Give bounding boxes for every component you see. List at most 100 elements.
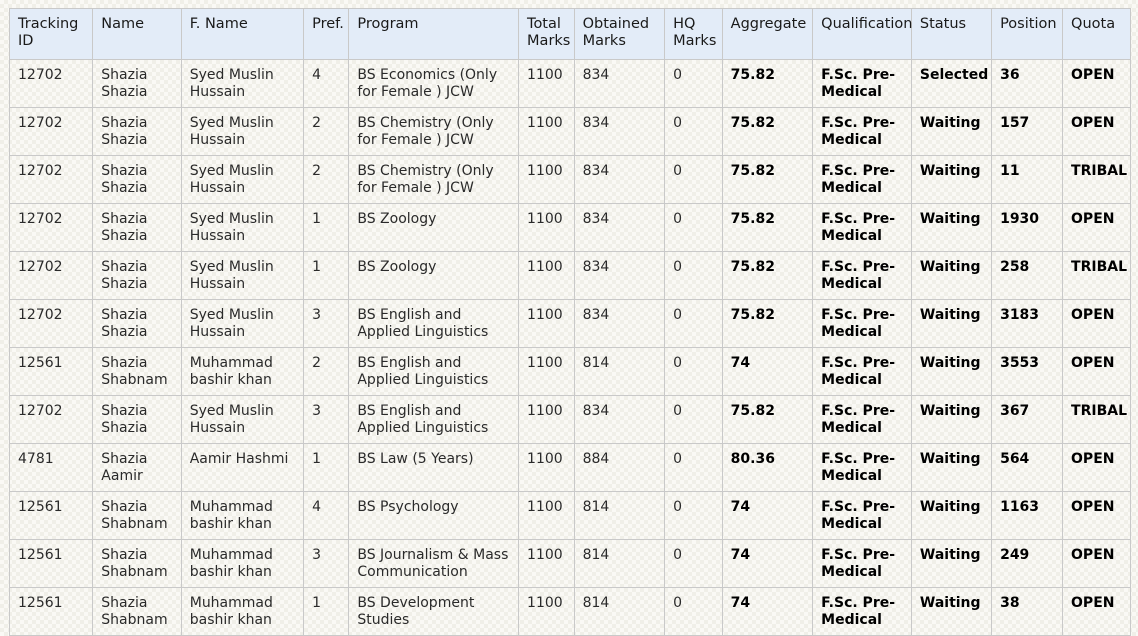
cell-quota: OPEN [1062, 539, 1131, 589]
cell-hq-marks: 0 [664, 539, 723, 589]
cell-father-name: Syed Muslin Hussain [180, 395, 305, 445]
column-header-total-marks[interactable]: Total Marks [518, 8, 575, 60]
cell-name: Shazia Shabnam [92, 347, 182, 397]
table-row: 12561 Shazia Shabnam Muhammad bashir khan 1… [8, 587, 1131, 636]
cell-status: Waiting [910, 395, 993, 445]
cell-quota: OPEN [1062, 347, 1131, 397]
cell-tracking-id: 12702 [8, 107, 94, 157]
cell-aggregate: 74 [721, 347, 814, 397]
cell-tracking-id: 12561 [8, 587, 94, 636]
column-header-pref[interactable]: Pref. [303, 8, 350, 60]
cell-hq-marks: 0 [664, 443, 723, 493]
column-header-status[interactable]: Status [910, 8, 993, 60]
cell-qualification: F.Sc. Pre-Medical [812, 347, 912, 397]
cell-quota: OPEN [1062, 443, 1131, 493]
cell-program: BS Psychology [348, 491, 520, 541]
cell-tracking-id: 12561 [8, 491, 94, 541]
table-row: 12561 Shazia Shabnam Muhammad bashir khan 3… [8, 539, 1131, 589]
cell-tracking-id: 12702 [8, 299, 94, 349]
cell-status: Waiting [910, 107, 993, 157]
cell-position: 1163 [991, 491, 1064, 541]
cell-qualification: F.Sc. Pre-Medical [812, 443, 912, 493]
cell-total-marks: 1100 [518, 347, 575, 397]
column-header-father-name[interactable]: F. Name [180, 8, 305, 60]
cell-name: Shazia Shazia [92, 203, 182, 253]
cell-program: BS English and Applied Linguistics [348, 395, 520, 445]
column-header-program[interactable]: Program [348, 8, 520, 60]
column-header-qualification[interactable]: Qualification [812, 8, 912, 60]
cell-father-name: Syed Muslin Hussain [180, 251, 305, 301]
cell-obtained-marks: 834 [573, 155, 666, 205]
cell-father-name: Syed Muslin Hussain [180, 107, 305, 157]
cell-father-name: Muhammad bashir khan [180, 539, 305, 589]
cell-pref: 4 [303, 58, 350, 109]
cell-quota: OPEN [1062, 299, 1131, 349]
cell-program: BS Journalism & Mass Communication [348, 539, 520, 589]
cell-pref: 1 [303, 587, 350, 636]
cell-status: Waiting [910, 491, 993, 541]
cell-total-marks: 1100 [518, 203, 575, 253]
table-row: 12702 Shazia Shazia Syed Muslin Hussain 2 BS… [8, 107, 1131, 157]
cell-hq-marks: 0 [664, 491, 723, 541]
cell-pref: 4 [303, 491, 350, 541]
cell-position: 157 [991, 107, 1064, 157]
column-header-position[interactable]: Position [991, 8, 1064, 60]
cell-obtained-marks: 884 [573, 443, 666, 493]
merit-list-table: Tracking ID Name F. Name Pref. Program Total … [8, 8, 1131, 636]
cell-tracking-id: 12702 [8, 58, 94, 109]
cell-total-marks: 1100 [518, 58, 575, 109]
cell-program: BS English and Applied Linguistics [348, 347, 520, 397]
table-row: 12702 Shazia Shazia Syed Muslin Hussain 1 BS… [8, 203, 1131, 253]
cell-quota: TRIBAL [1062, 395, 1131, 445]
column-header-obtained-marks[interactable]: Obtained Marks [573, 8, 666, 60]
cell-total-marks: 1100 [518, 395, 575, 445]
column-header-name[interactable]: Name [92, 8, 182, 60]
cell-qualification: F.Sc. Pre-Medical [812, 587, 912, 636]
cell-status: Waiting [910, 203, 993, 253]
cell-position: 3183 [991, 299, 1064, 349]
cell-pref: 3 [303, 299, 350, 349]
cell-program: BS Zoology [348, 203, 520, 253]
cell-name: Shazia Aamir [92, 443, 182, 493]
cell-aggregate: 75.82 [721, 203, 814, 253]
cell-name: Shazia Shazia [92, 155, 182, 205]
cell-father-name: Syed Muslin Hussain [180, 155, 305, 205]
cell-aggregate: 80.36 [721, 443, 814, 493]
cell-position: 36 [991, 58, 1064, 109]
cell-status: Waiting [910, 443, 993, 493]
cell-aggregate: 75.82 [721, 155, 814, 205]
cell-father-name: Aamir Hashmi [180, 443, 305, 493]
cell-quota: OPEN [1062, 587, 1131, 636]
cell-obtained-marks: 814 [573, 539, 666, 589]
cell-aggregate: 74 [721, 539, 814, 589]
cell-tracking-id: 12702 [8, 251, 94, 301]
cell-name: Shazia Shazia [92, 107, 182, 157]
cell-total-marks: 1100 [518, 251, 575, 301]
cell-hq-marks: 0 [664, 203, 723, 253]
cell-total-marks: 1100 [518, 299, 575, 349]
cell-hq-marks: 0 [664, 395, 723, 445]
cell-position: 1930 [991, 203, 1064, 253]
cell-program: BS English and Applied Linguistics [348, 299, 520, 349]
cell-pref: 1 [303, 443, 350, 493]
cell-hq-marks: 0 [664, 347, 723, 397]
cell-hq-marks: 0 [664, 251, 723, 301]
cell-name: Shazia Shabnam [92, 491, 182, 541]
cell-qualification: F.Sc. Pre-Medical [812, 299, 912, 349]
column-header-aggregate[interactable]: Aggregate [721, 8, 814, 60]
column-header-hq-marks[interactable]: HQ Marks [664, 8, 723, 60]
cell-father-name: Muhammad bashir khan [180, 347, 305, 397]
cell-hq-marks: 0 [664, 299, 723, 349]
cell-quota: TRIBAL [1062, 155, 1131, 205]
cell-obtained-marks: 834 [573, 107, 666, 157]
cell-name: Shazia Shazia [92, 395, 182, 445]
table-row: 12702 Shazia Shazia Syed Muslin Hussain 1 BS… [8, 251, 1131, 301]
cell-qualification: F.Sc. Pre-Medical [812, 251, 912, 301]
column-header-quota[interactable]: Quota [1062, 8, 1131, 60]
cell-total-marks: 1100 [518, 491, 575, 541]
cell-qualification: F.Sc. Pre-Medical [812, 107, 912, 157]
cell-status: Waiting [910, 299, 993, 349]
cell-aggregate: 75.82 [721, 299, 814, 349]
column-header-tracking-id[interactable]: Tracking ID [8, 8, 94, 60]
cell-quota: OPEN [1062, 203, 1131, 253]
